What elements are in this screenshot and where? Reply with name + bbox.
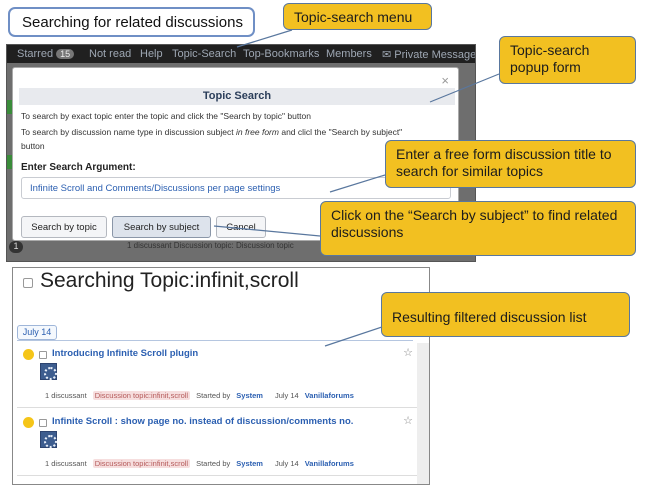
nav-top-bookmarks[interactable]: Top-Bookmarks — [243, 48, 319, 60]
discussion-meta: 1 discussant Discussion topic:infinit,scr… — [45, 459, 354, 468]
item-checkbox[interactable] — [39, 419, 47, 427]
bulb-icon — [23, 417, 34, 428]
callout-popup-form: Topic-search popup form — [499, 36, 636, 84]
avatar-icon — [40, 431, 57, 448]
modal-title: Topic Search — [19, 88, 455, 105]
nav-not-read[interactable]: Not read — [89, 48, 131, 60]
bulb-icon — [23, 349, 34, 360]
select-all-checkbox[interactable] — [23, 278, 33, 288]
star-icon[interactable]: ☆ — [403, 346, 413, 359]
results-screenshot: Searching Topic:infinit,scroll July 14 I… — [12, 267, 430, 485]
top-navigation: Starred 15 Not read Help Topic-Search Top… — [7, 45, 475, 63]
list-item: Introducing Infinite Scroll plugin ☆ 1 d… — [17, 344, 419, 408]
discussion-title-link[interactable]: Introducing Infinite Scroll plugin — [52, 348, 198, 359]
search-by-subject-button[interactable]: Search by subject — [112, 216, 211, 238]
nav-topic-search[interactable]: Topic-Search — [172, 48, 236, 60]
callout-result-list: Resulting filtered discussion list — [381, 292, 630, 337]
background-count-badge: 1 — [9, 241, 23, 253]
envelope-icon: ✉ — [382, 49, 392, 61]
nav-members[interactable]: Members — [326, 48, 372, 60]
nav-private-message[interactable]: ✉ Private Message — [382, 48, 475, 61]
callout-free-form: Enter a free form discussion title to se… — [385, 140, 636, 188]
callout-topic-search-menu: Topic-search menu — [283, 3, 432, 30]
search-by-topic-button[interactable]: Search by topic — [21, 216, 107, 238]
item-checkbox[interactable] — [39, 351, 47, 359]
results-heading: Searching Topic:infinit,scroll — [40, 269, 299, 292]
author-link[interactable]: System — [236, 459, 263, 468]
search-argument-label: Enter Search Argument: — [21, 162, 136, 173]
list-item: Infinite Scroll : show page no. instead … — [17, 412, 419, 476]
date-tab[interactable]: July 14 — [17, 325, 57, 340]
title-callout: Searching for related discussions — [8, 7, 255, 37]
avatar-icon — [40, 363, 57, 380]
author-link[interactable]: System — [236, 391, 263, 400]
topic-tag[interactable]: Discussion topic:infinit,scroll — [92, 459, 191, 468]
cancel-button[interactable]: Cancel — [216, 216, 266, 238]
instruction-line: To search by discussion name type in dis… — [21, 127, 403, 137]
close-icon[interactable]: × — [441, 73, 449, 88]
scrollbar[interactable] — [417, 343, 429, 484]
callout-search-by-subject: Click on the “Search by subject” to find… — [320, 201, 636, 256]
category-link[interactable]: Vanillaforums — [305, 459, 354, 468]
topic-tag[interactable]: Discussion topic:infinit,scroll — [92, 391, 191, 400]
instruction-line: To search by exact topic enter the topic… — [21, 111, 312, 121]
starred-count-badge: 15 — [56, 49, 75, 59]
star-icon[interactable]: ☆ — [403, 414, 413, 427]
background-row: 1 discussant Discussion topic: Discussio… — [127, 241, 294, 250]
category-link[interactable]: Vanillaforums — [305, 391, 354, 400]
nav-starred[interactable]: Starred 15 — [17, 48, 75, 60]
divider — [17, 340, 413, 341]
discussion-meta: 1 discussant Discussion topic:infinit,scr… — [45, 391, 354, 400]
discussion-title-link[interactable]: Infinite Scroll : show page no. instead … — [52, 416, 353, 427]
nav-help[interactable]: Help — [140, 48, 163, 60]
